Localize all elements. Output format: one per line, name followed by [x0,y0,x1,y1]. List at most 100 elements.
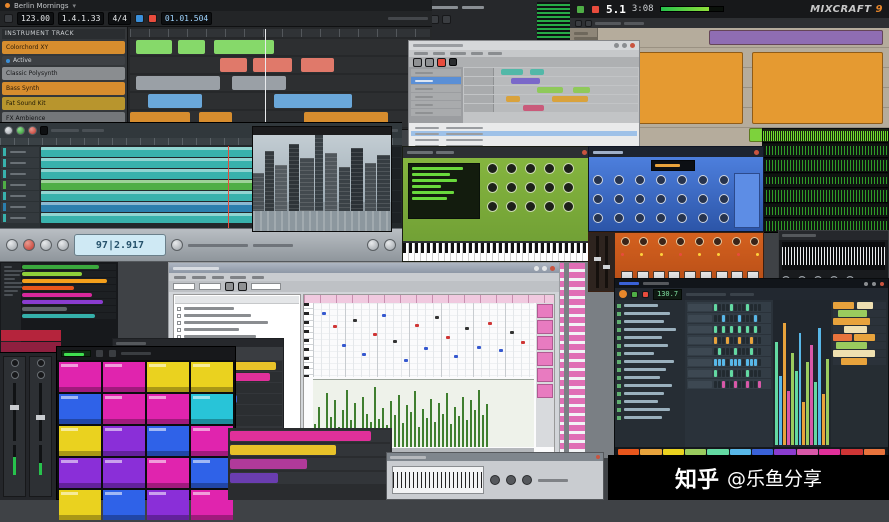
clip-pad[interactable] [147,394,189,424]
metronome-icon[interactable] [4,14,13,23]
midi-note[interactable] [353,319,357,322]
knob[interactable] [614,194,624,204]
step-cell[interactable] [738,326,741,333]
step-cell[interactable] [746,315,749,322]
knob[interactable] [11,359,19,367]
knob[interactable] [593,175,603,185]
play-icon[interactable] [576,5,585,14]
velocity-bar[interactable] [398,395,400,447]
audio-clip[interactable] [230,459,307,469]
step-cell[interactable] [758,348,761,355]
clip-pad[interactable] [147,490,189,520]
knob[interactable] [593,194,603,204]
checkbox[interactable] [177,328,181,332]
velocity-bar[interactable] [482,415,484,447]
velocity-bar[interactable] [394,415,396,447]
waveform-track[interactable] [763,129,888,143]
clip-pad[interactable] [103,490,145,520]
step-cell[interactable] [758,337,761,344]
step-cell[interactable] [730,304,733,311]
browser-item[interactable] [617,366,683,373]
velocity-bar[interactable] [478,390,480,447]
step-cell[interactable] [738,370,741,377]
step-cell[interactable] [750,370,753,377]
pattern-clip[interactable] [841,358,868,365]
close-icon[interactable] [550,266,555,271]
side-clip[interactable] [537,336,553,350]
velocity-bar[interactable] [438,403,440,447]
step-cell[interactable] [722,315,725,322]
step-cell[interactable] [714,370,717,377]
slider[interactable] [605,236,608,288]
pattern-clip[interactable] [833,350,875,357]
record-icon[interactable] [437,58,446,67]
midi-note[interactable] [446,336,450,339]
knob[interactable] [677,194,687,204]
track-header[interactable] [1,202,39,212]
knob[interactable] [544,182,555,193]
midi-note[interactable] [435,316,439,319]
knob[interactable] [635,175,645,185]
minimize-icon[interactable] [614,43,619,48]
track-lane[interactable] [494,95,638,103]
toolbar-button[interactable] [585,20,592,27]
menu-item[interactable] [488,52,502,55]
step-cell[interactable] [714,381,717,388]
clip-pad[interactable] [191,490,233,520]
step-cell[interactable] [746,326,749,333]
list-row[interactable] [411,131,637,136]
knob[interactable] [487,201,498,212]
step-cell[interactable] [726,304,729,311]
playlist-lane[interactable] [833,302,886,309]
browser-item[interactable] [617,334,683,341]
knob[interactable] [658,237,667,246]
menu-item[interactable] [433,52,445,55]
toolbar-button[interactable] [238,282,247,291]
clip-pad[interactable] [147,362,189,392]
loop-browser-icon[interactable] [384,239,396,251]
arrangement-area[interactable] [128,27,432,128]
midi-note[interactable] [477,346,481,349]
browser-item[interactable] [617,374,683,381]
active-row[interactable]: Active [2,56,125,65]
knob[interactable] [563,182,574,193]
waveform-track[interactable] [763,189,888,203]
mixer-icon[interactable] [367,239,379,251]
step-cell[interactable] [758,381,761,388]
step-cell[interactable] [746,304,749,311]
clip[interactable] [22,279,107,283]
checkbox[interactable] [177,314,181,318]
channel-row[interactable] [687,379,771,389]
step-cell[interactable] [714,359,717,366]
knob[interactable] [698,213,708,223]
step-cell[interactable] [718,304,721,311]
audio-clip[interactable] [230,431,371,441]
inspector-row[interactable] [411,109,461,116]
knob[interactable] [713,237,722,246]
channel-name[interactable] [688,304,712,311]
velocity-bar[interactable] [466,420,468,447]
maximize-icon[interactable] [872,282,876,286]
velocity-bar[interactable] [434,422,436,447]
velocity-bar[interactable] [410,412,412,447]
midi-note[interactable] [521,341,525,344]
side-clip[interactable] [537,368,553,382]
clip-pad[interactable] [103,426,145,456]
tempo-display[interactable]: 123.00 [17,12,54,25]
step-cell[interactable] [750,359,753,366]
step-cell[interactable] [758,304,761,311]
track-area[interactable] [463,67,639,123]
step-cell[interactable] [750,315,753,322]
fader[interactable] [13,383,16,441]
step-cell[interactable] [730,359,733,366]
knob[interactable] [656,194,666,204]
clip-pad[interactable] [59,490,101,520]
maximize-icon[interactable] [622,43,627,48]
step-cell[interactable] [742,359,745,366]
playlist-lane[interactable] [833,342,886,349]
fl-channel-rack[interactable] [685,300,773,447]
midi-clip[interactable] [552,96,588,102]
step-cell[interactable] [742,337,745,344]
inspector-row[interactable] [411,93,461,100]
velocity-bar[interactable] [402,423,404,447]
